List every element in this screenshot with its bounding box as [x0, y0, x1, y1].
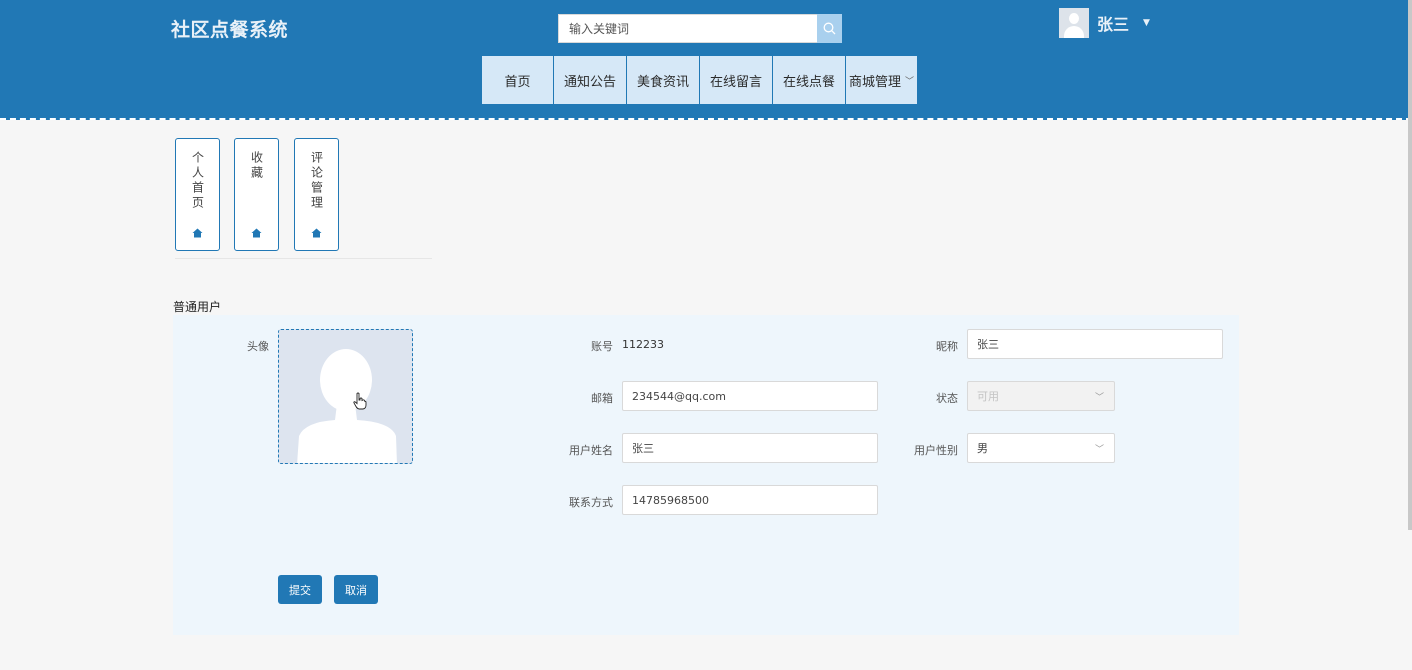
caret-down-icon[interactable]: ▼: [1143, 18, 1150, 28]
home-icon: [251, 228, 262, 238]
home-icon: [192, 228, 203, 238]
email-field[interactable]: 234544@qq.com: [622, 381, 878, 411]
search-input[interactable]: [559, 15, 817, 42]
header-bar: 社区点餐系统 张三 ▼ 首页 通知公告 美食资讯 在线留言 在线点餐 商城管理 …: [0, 0, 1412, 120]
quick-link-label: 评论管理: [309, 151, 324, 211]
user-menu[interactable]: 张三 ▼: [1059, 8, 1150, 38]
gender-label: 用户性别: [914, 444, 958, 457]
chevron-down-icon: ﹀: [1094, 445, 1104, 455]
account-value: 112233: [622, 338, 664, 351]
email-label: 邮箱: [591, 392, 613, 405]
chevron-down-icon: ﹀: [1094, 393, 1104, 403]
nickname-field[interactable]: 张三: [967, 329, 1223, 359]
gender-value: 男: [977, 442, 988, 455]
main-nav: 首页 通知公告 美食资讯 在线留言 在线点餐 商城管理 ﹀: [482, 56, 918, 104]
nickname-value: 张三: [977, 338, 999, 351]
nav-label: 美食资讯: [636, 74, 689, 90]
realname-value: 张三: [632, 442, 654, 455]
search-box: [558, 14, 842, 43]
status-label: 状态: [936, 392, 958, 405]
search-button[interactable]: [817, 14, 842, 43]
email-value: 234544@qq.com: [632, 389, 726, 403]
nav-label: 通知公告: [563, 74, 616, 90]
nav-label: 商城管理: [848, 74, 901, 90]
nav-label: 首页: [504, 74, 531, 90]
nav-food-news[interactable]: 美食资讯: [627, 56, 699, 104]
avatar: [1059, 8, 1089, 38]
status-select: 可用 ﹀: [967, 381, 1115, 411]
phone-label: 联系方式: [569, 496, 613, 509]
scrollbar[interactable]: [1408, 0, 1412, 530]
submit-button[interactable]: 提交: [278, 575, 322, 604]
nav-order[interactable]: 在线点餐: [773, 56, 845, 104]
gender-select[interactable]: 男 ﹀: [967, 433, 1115, 463]
quick-link-favorites[interactable]: 收藏: [234, 138, 279, 251]
avatar-upload[interactable]: [278, 329, 413, 464]
home-icon: [311, 228, 322, 238]
phone-value: 14785968500: [632, 493, 709, 507]
user-name: 张三: [1097, 15, 1130, 34]
search-icon: [823, 22, 836, 35]
chevron-down-icon: ﹀: [905, 76, 915, 87]
section-title: 普通用户: [173, 300, 222, 314]
status-value: 可用: [977, 390, 999, 403]
avatar-label: 头像: [247, 340, 269, 353]
nav-shop-manage[interactable]: 商城管理 ﹀: [846, 56, 917, 104]
hand-cursor-icon: [353, 392, 367, 410]
account-label: 账号: [591, 340, 613, 353]
nickname-label: 昵称: [936, 340, 958, 353]
nav-label: 在线点餐: [782, 74, 835, 90]
nav-label: 在线留言: [709, 74, 762, 90]
nav-home[interactable]: 首页: [482, 56, 553, 104]
user-silhouette-icon: [297, 349, 397, 463]
cancel-button[interactable]: 取消: [334, 575, 378, 604]
quick-link-label: 收藏: [249, 151, 264, 181]
realname-field[interactable]: 张三: [622, 433, 878, 463]
realname-label: 用户姓名: [569, 444, 613, 457]
nav-messages[interactable]: 在线留言: [700, 56, 772, 104]
quick-link-label: 个人首页: [190, 151, 205, 211]
nav-notice[interactable]: 通知公告: [554, 56, 626, 104]
site-logo[interactable]: 社区点餐系统: [171, 15, 288, 42]
divider: [175, 258, 432, 259]
quick-link-profile[interactable]: 个人首页: [175, 138, 220, 251]
phone-field[interactable]: 14785968500: [622, 485, 878, 515]
quick-link-comments[interactable]: 评论管理: [294, 138, 339, 251]
